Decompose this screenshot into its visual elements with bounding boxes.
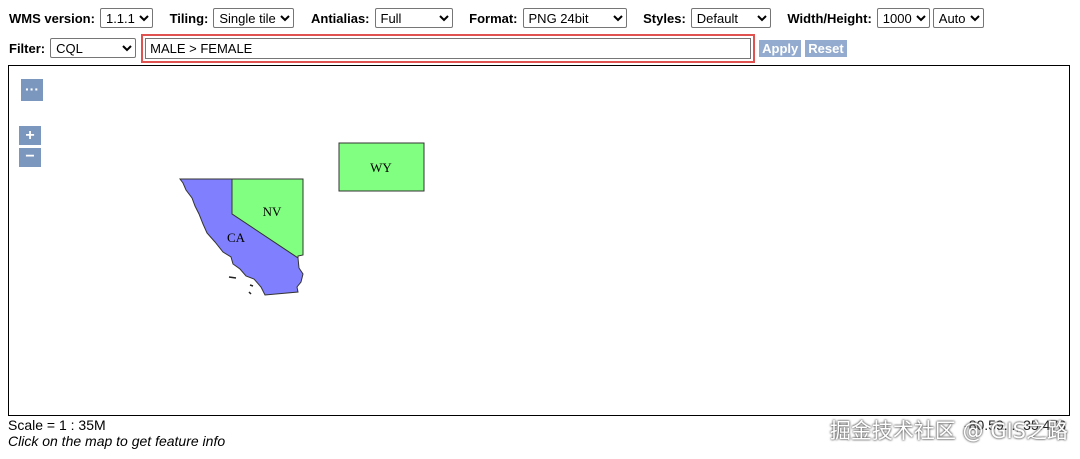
feature-info-hint: Click on the map to get feature info <box>8 433 226 449</box>
width-select[interactable]: 1000 <box>876 8 930 28</box>
format-label: Format: <box>469 10 518 26</box>
apply-button[interactable]: Apply <box>759 39 802 57</box>
styles-select[interactable]: Default <box>690 8 771 28</box>
height-select[interactable]: Auto <box>932 8 984 28</box>
antialias-label: Antialias: <box>310 10 370 26</box>
reset-button[interactable]: Reset <box>805 39 847 57</box>
format-select[interactable]: PNG 24bit <box>522 8 627 28</box>
ca-islands <box>228 276 254 295</box>
filter-input[interactable] <box>145 37 752 59</box>
filter-label: Filter: <box>9 40 46 56</box>
width-height-label: Width/Height: <box>787 10 872 26</box>
wms-version-label: WMS version: <box>9 10 95 26</box>
wms-toolbar: WMS version: 1.1.1 Tiling: Single tile A… <box>9 8 997 30</box>
state-label-ca: CA <box>227 230 246 245</box>
watermark: 掘金技术社区 @ GIS之路 <box>829 419 1068 443</box>
state-label-wy: WY <box>370 160 392 175</box>
map-scale: Scale = 1 : 35M <box>8 417 106 433</box>
styles-label: Styles: <box>643 10 686 26</box>
filter-row: Filter: CQL Apply Reset <box>9 33 847 63</box>
tiling-label: Tiling: <box>169 10 209 26</box>
wms-version-select[interactable]: 1.1.1 <box>99 8 153 28</box>
map-viewport[interactable]: ··· + − WY NV CA <box>8 65 1070 416</box>
state-label-nv: NV <box>263 204 282 219</box>
filter-type-select[interactable]: CQL <box>50 38 137 58</box>
tiling-select[interactable]: Single tile <box>213 8 295 28</box>
map-layer: WY NV CA <box>179 142 425 296</box>
filter-input-highlight <box>141 33 756 63</box>
antialias-select[interactable]: Full <box>374 8 453 28</box>
